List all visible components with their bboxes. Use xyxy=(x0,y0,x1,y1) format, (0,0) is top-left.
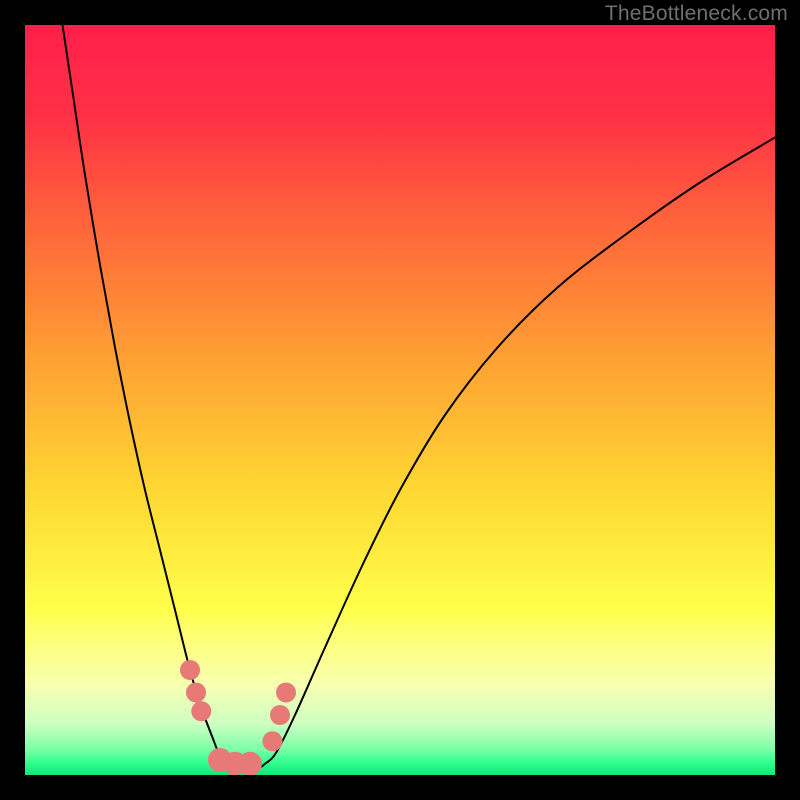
data-marker xyxy=(238,752,262,775)
curve-layer xyxy=(25,25,775,775)
watermark-text: TheBottleneck.com xyxy=(605,2,788,26)
data-marker xyxy=(191,701,211,721)
data-marker xyxy=(263,731,283,751)
data-marker xyxy=(180,660,200,680)
data-marker xyxy=(270,705,290,725)
plot-area xyxy=(25,25,775,775)
marker-group xyxy=(180,660,296,775)
data-marker xyxy=(186,683,206,703)
data-marker xyxy=(276,683,296,703)
bottleneck-curve xyxy=(63,25,776,768)
chart-frame: TheBottleneck.com xyxy=(0,0,800,800)
